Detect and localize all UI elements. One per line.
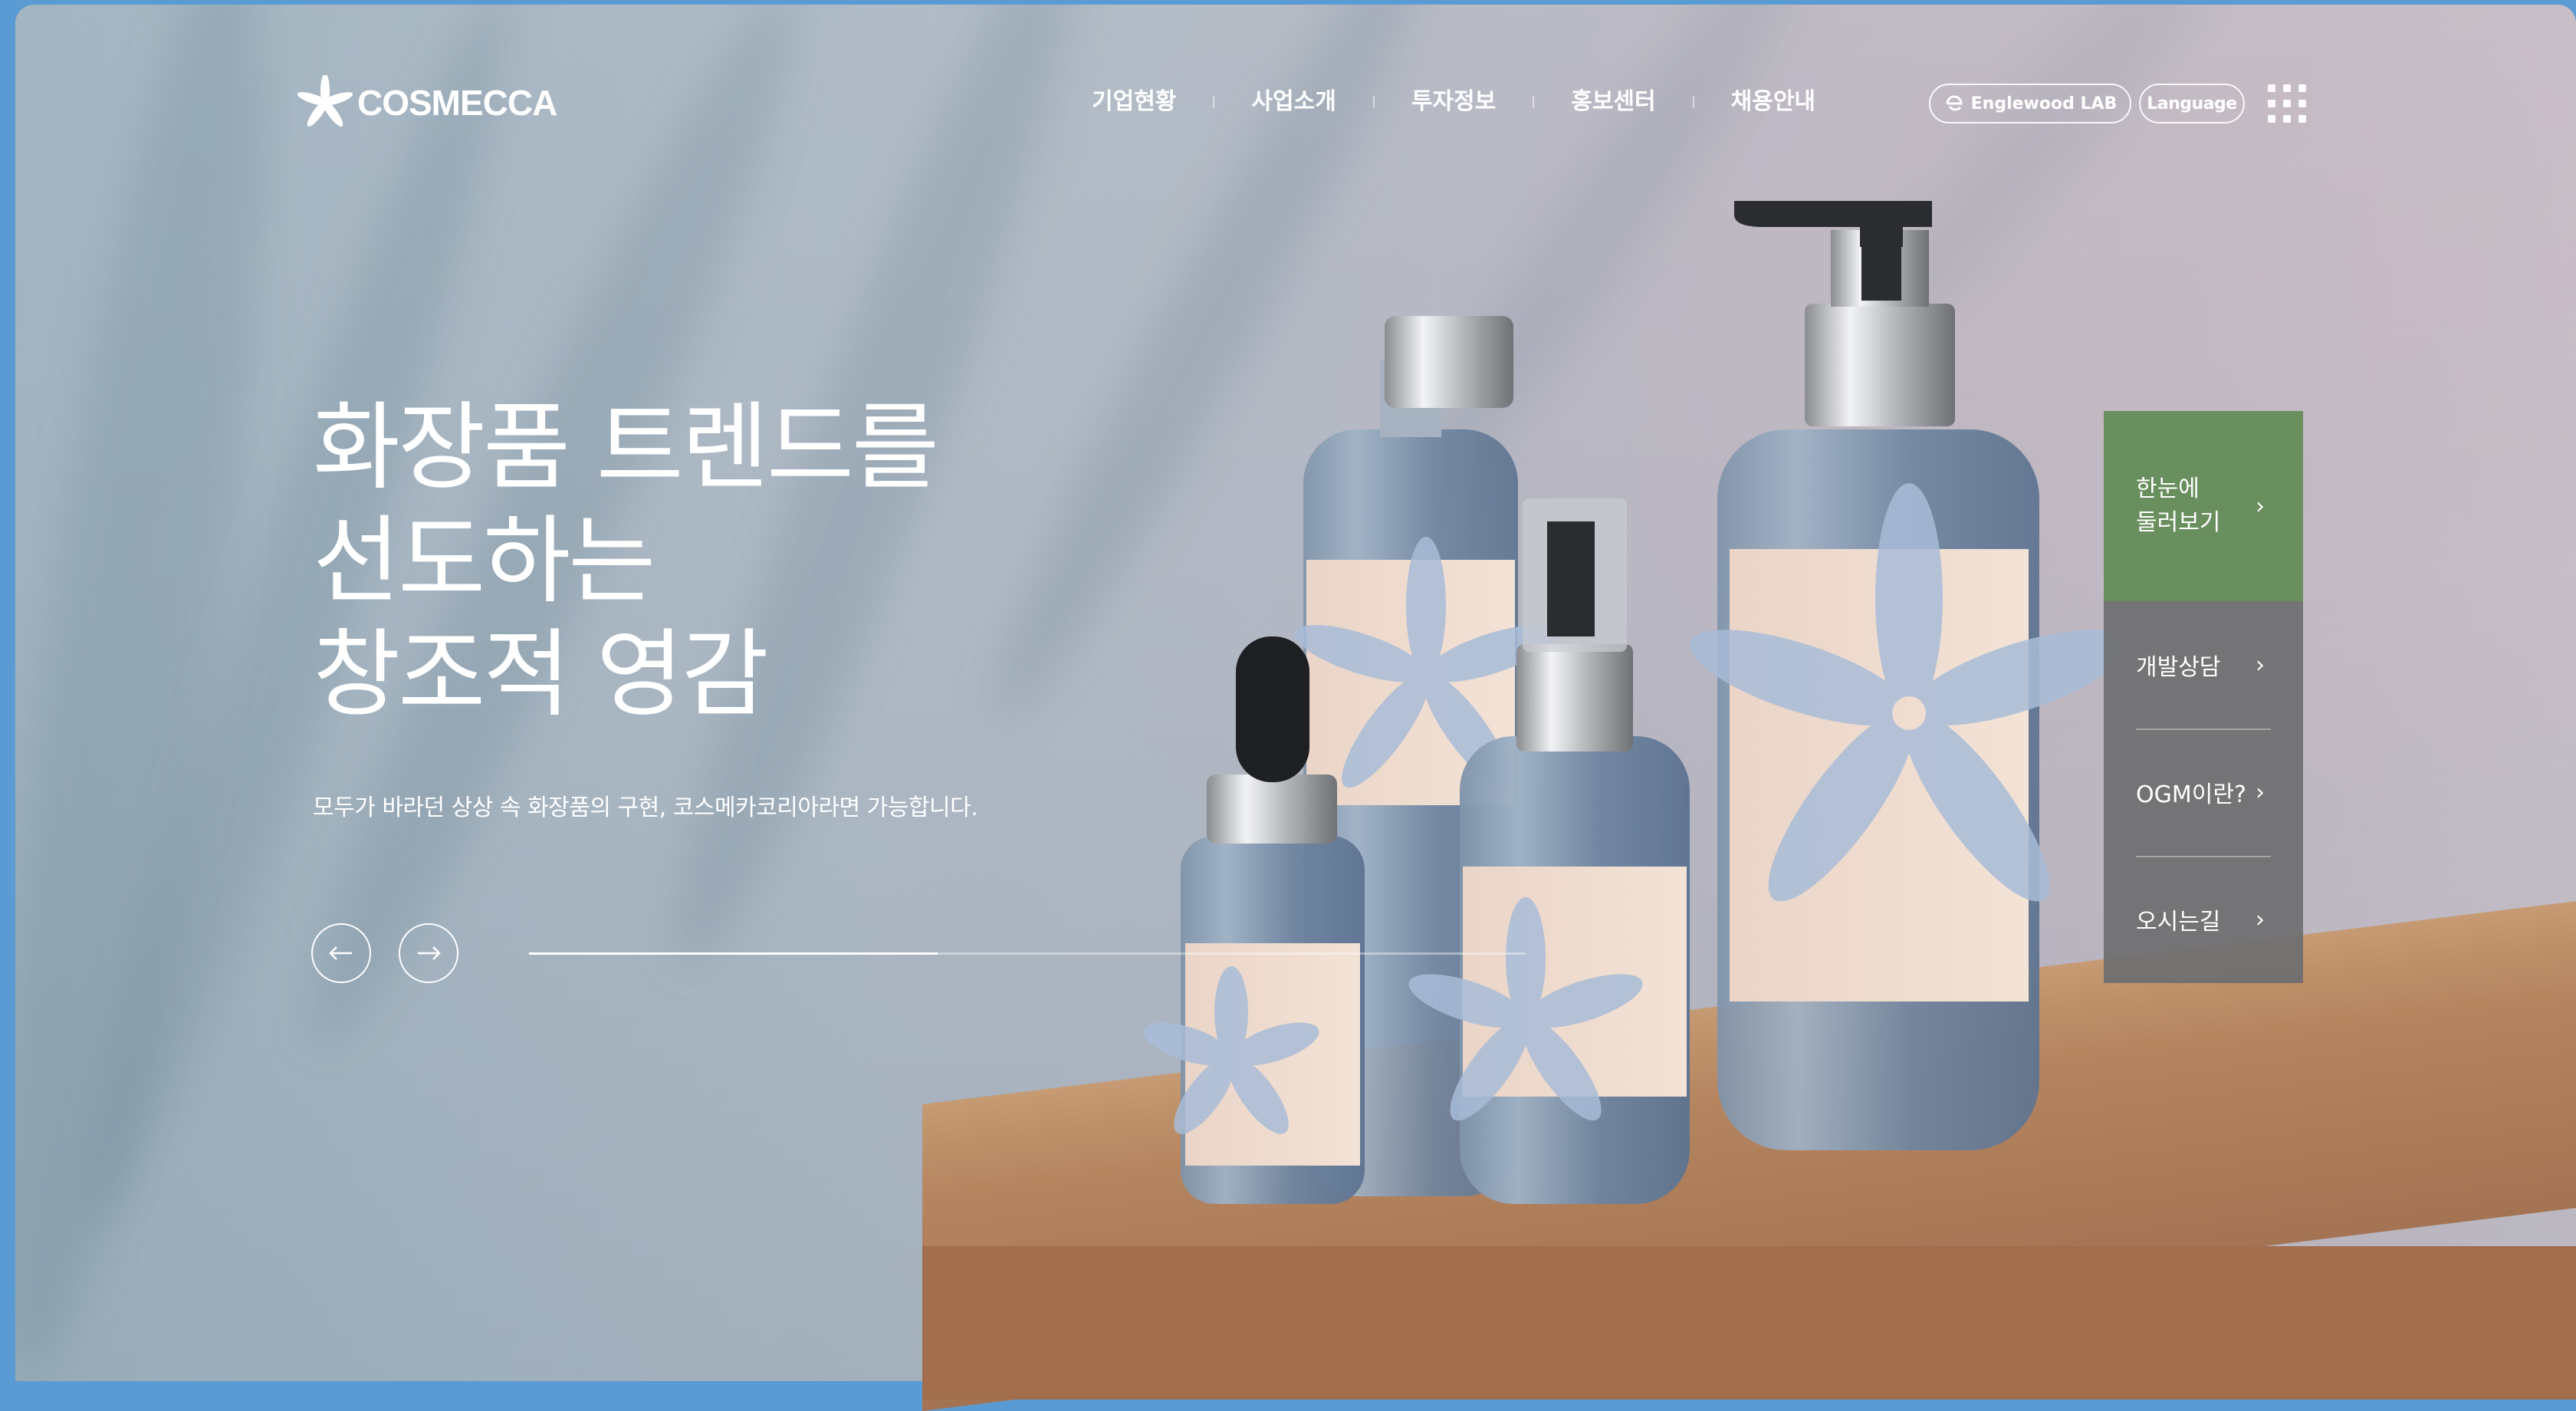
quick-item-overview[interactable]: 한눈에 둘러보기 › [2104, 411, 2303, 601]
chevron-right-icon: › [2256, 651, 2265, 679]
chevron-right-icon: › [2256, 778, 2265, 806]
quick-item-label: 한눈에 둘러보기 [2136, 475, 2221, 536]
logo-text: COSMECCA [357, 83, 557, 123]
slide-progress-track [529, 952, 1526, 955]
nav-item-business[interactable]: 사업소개 [1214, 83, 1372, 121]
quick-item-directions[interactable]: 오시는길 › [2104, 856, 2303, 983]
nav-item-company[interactable]: 기업현황 [1055, 83, 1213, 121]
quick-item-ogm[interactable]: OGM이란? › [2104, 729, 2303, 856]
quick-item-label: OGM이란? [2136, 781, 2246, 808]
next-slide-button[interactable] [399, 923, 458, 983]
quick-item-label: 오시는길 [2136, 909, 2221, 936]
nav-item-careers[interactable]: 채용안내 [1694, 83, 1852, 121]
nav-item-pr-center[interactable]: 홍보센터 [1534, 83, 1692, 121]
quick-menu: 한눈에 둘러보기 › 개발상담 › OGM이란? › 오시는길 › [2104, 411, 2303, 983]
language-button[interactable]: Language [2139, 84, 2245, 123]
headline-line-1: 화장품 트렌드를 [313, 393, 939, 503]
nav-item-investment[interactable]: 투자정보 [1375, 83, 1533, 121]
language-label: Language [2147, 94, 2237, 113]
quick-item-consult[interactable]: 개발상담 › [2104, 601, 2303, 729]
arrow-left-icon [329, 946, 352, 960]
slide-progress-fill [529, 952, 938, 955]
flower-star-icon [297, 75, 353, 127]
chevron-right-icon: › [2256, 906, 2265, 933]
englewood-lab-label: Englewood LAB [1970, 94, 2118, 113]
hero-subtext: 모두가 바라던 상상 속 화장품의 구현, 코스메카코리아라면 가능합니다. [313, 794, 978, 821]
quick-item-label: 개발상담 [2136, 654, 2221, 681]
hero-headline: 화장품 트렌드를 선도하는 창조적 영감 [313, 391, 939, 732]
e-logo-icon [1946, 95, 1963, 111]
bottle-pump-large [1690, 201, 2128, 1150]
headline-line-2: 선도하는 [313, 506, 656, 617]
arrow-right-icon [418, 946, 441, 960]
headline-line-3: 창조적 영감 [313, 620, 769, 730]
cosmecca-logo[interactable]: COSMECCA [297, 75, 557, 130]
grid-menu-icon[interactable] [2268, 84, 2306, 123]
prev-slide-button[interactable] [311, 923, 371, 983]
englewood-lab-button[interactable]: Englewood LAB [1929, 84, 2131, 123]
chevron-right-icon: › [2256, 492, 2265, 520]
main-nav: 기업현황 사업소개 투자정보 홍보센터 채용안내 [1055, 83, 1852, 121]
